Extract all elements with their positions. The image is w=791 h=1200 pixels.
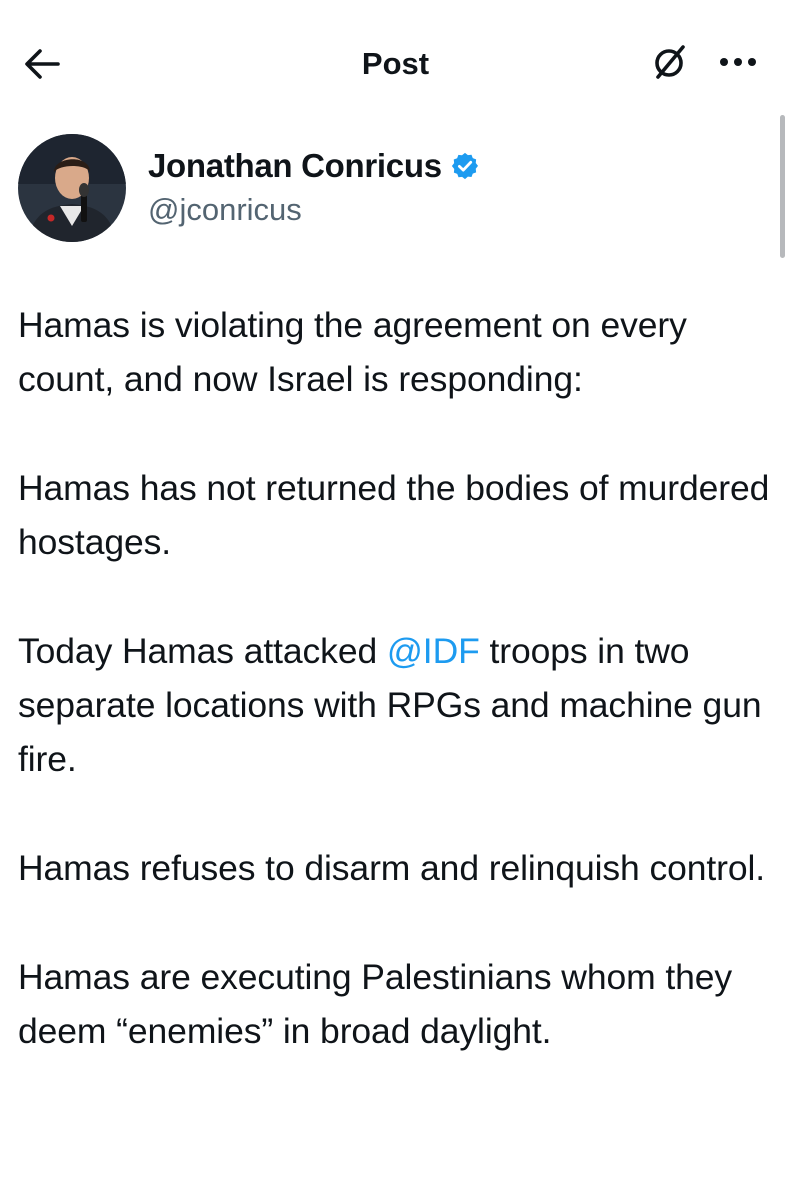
author-names: Jonathan Conricus @jconricus [148, 144, 480, 232]
post-paragraph: Hamas is violating the agreement on ever… [18, 305, 687, 400]
post-paragraph: Today Hamas attacked @IDF troops in two … [18, 624, 778, 787]
post-paragraph: Hamas refuses to disarm and relinquish c… [18, 847, 766, 888]
grok-button[interactable] [646, 40, 694, 88]
mention-link-idf[interactable]: @IDF [387, 631, 480, 671]
display-name-row: Jonathan Conricus [148, 144, 480, 188]
display-name[interactable]: Jonathan Conricus [148, 147, 442, 185]
top-bar: Post [0, 0, 791, 128]
post-paragraph: Hamas has not returned the bodies of mur… [18, 467, 770, 563]
post-author: Jonathan Conricus @jconricus [18, 133, 480, 243]
post-text: Hamas is violating the agreement on ever… [18, 298, 778, 1058]
grok-icon [649, 41, 691, 88]
more-horizontal-icon [716, 52, 760, 77]
text-segment: Today Hamas attacked [18, 630, 387, 671]
post-paragraph: Hamas are executing Palestinians whom th… [18, 956, 733, 1051]
verified-badge-icon[interactable] [450, 151, 480, 181]
user-handle[interactable]: @jconricus [148, 188, 480, 232]
scrollbar[interactable] [780, 115, 785, 258]
avatar[interactable] [18, 134, 126, 242]
more-options-button[interactable] [710, 40, 766, 88]
